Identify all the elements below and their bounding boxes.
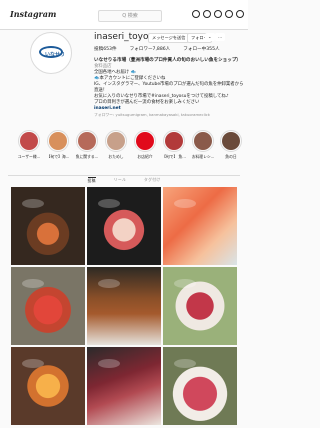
avatar-text: いなせり xyxy=(45,52,66,58)
highlight-item[interactable]: 【旬で】海... xyxy=(43,130,73,160)
highlight-label: 【旬で】 魚... xyxy=(162,154,186,159)
post-thumbnail[interactable] xyxy=(163,187,237,265)
posts-count: 投稿653件 xyxy=(94,47,117,52)
highlight-label: ユーザー様... xyxy=(17,154,41,159)
highlight-item[interactable]: 魚の日 xyxy=(216,130,246,160)
highlight-label: 魚の日 xyxy=(225,154,237,159)
followers-count[interactable]: フォロワー7,886人 xyxy=(130,46,171,52)
post-thumbnail[interactable] xyxy=(87,187,161,265)
highlight-label: おためし xyxy=(108,154,124,159)
post-thumbnail[interactable] xyxy=(163,267,237,345)
profile-icon[interactable] xyxy=(236,10,244,18)
profile-bio: いなせりる市場（豊洲市場のプロ仲買人の旬のおいしい魚をショップ） 食料品店 全国… xyxy=(94,58,244,118)
post-thumbnail[interactable] xyxy=(87,267,161,345)
profile-tabs: 投稿 リール タグ付け xyxy=(0,177,248,187)
highlight-item[interactable]: 【旬で】 魚... xyxy=(159,130,189,160)
followed-by[interactable]: フォロワー: yuitsugumigram, kanmakayasaki, ta… xyxy=(94,112,244,118)
highlight-label: 【旬で】海... xyxy=(46,154,70,159)
divider xyxy=(8,175,240,176)
highlight-label: お料理レシ... xyxy=(191,154,215,159)
nav-icons xyxy=(192,10,244,18)
bio-line: IG、インスタグラマー、Youtube市場のプロが選んだ旬の魚を仲卸業者から直送… xyxy=(94,82,244,93)
highlight-cover xyxy=(194,132,212,150)
post-thumbnail[interactable] xyxy=(11,347,85,425)
highlight-cover xyxy=(136,132,154,150)
highlight-cover xyxy=(165,132,183,150)
profile-name: いなせりる市場（豊洲市場のプロ仲買人の旬のおいしい魚をショップ） xyxy=(94,58,242,63)
highlight-cover xyxy=(20,132,38,150)
highlight-label: お店紹介 xyxy=(137,154,153,159)
highlight-cover xyxy=(49,132,67,150)
more-options-icon[interactable]: … xyxy=(215,33,226,41)
tab-reels[interactable]: リール xyxy=(114,177,126,187)
post-thumbnail[interactable] xyxy=(11,187,85,265)
profile-stats: 投稿653件 フォロワー7,886人 フォロー中355人 xyxy=(94,46,220,52)
search-input[interactable]: Q 検索 xyxy=(98,10,162,22)
post-thumbnail[interactable] xyxy=(11,267,85,345)
home-icon[interactable] xyxy=(192,10,200,18)
message-button[interactable]: メッセージを送信 xyxy=(148,33,190,43)
highlight-item[interactable]: お料理レシ... xyxy=(188,130,218,160)
post-thumbnail[interactable] xyxy=(163,347,237,425)
explore-icon[interactable] xyxy=(214,10,222,18)
activity-icon[interactable] xyxy=(225,10,233,18)
highlight-cover xyxy=(222,132,240,150)
highlight-item[interactable]: おためし xyxy=(101,130,131,160)
highlight-label: 魚に関する... xyxy=(75,154,99,159)
story-highlights: ユーザー様... 【旬で】海... 魚に関する... おためし お店紹介 【旬で… xyxy=(0,130,248,172)
highlight-item[interactable]: ユーザー様... xyxy=(14,130,44,160)
following-count[interactable]: フォロー中355人 xyxy=(183,46,219,52)
messenger-icon[interactable] xyxy=(203,10,211,18)
tab-posts[interactable]: 投稿 xyxy=(87,177,96,187)
highlight-cover xyxy=(78,132,96,150)
instagram-logo[interactable]: Instagram xyxy=(10,9,56,19)
post-thumbnail[interactable] xyxy=(87,347,161,425)
tab-tagged[interactable]: タグ付け xyxy=(144,177,160,187)
highlight-item[interactable]: 魚に関する... xyxy=(72,130,102,160)
avatar[interactable]: いなせり xyxy=(30,32,72,74)
top-navigation-bar: Instagram Q 検索 xyxy=(0,0,248,30)
highlight-item[interactable]: お店紹介 xyxy=(130,130,160,160)
posts-grid xyxy=(11,187,237,428)
chevron-down-icon[interactable]: ⌄ xyxy=(205,33,215,41)
highlight-cover xyxy=(107,132,125,150)
